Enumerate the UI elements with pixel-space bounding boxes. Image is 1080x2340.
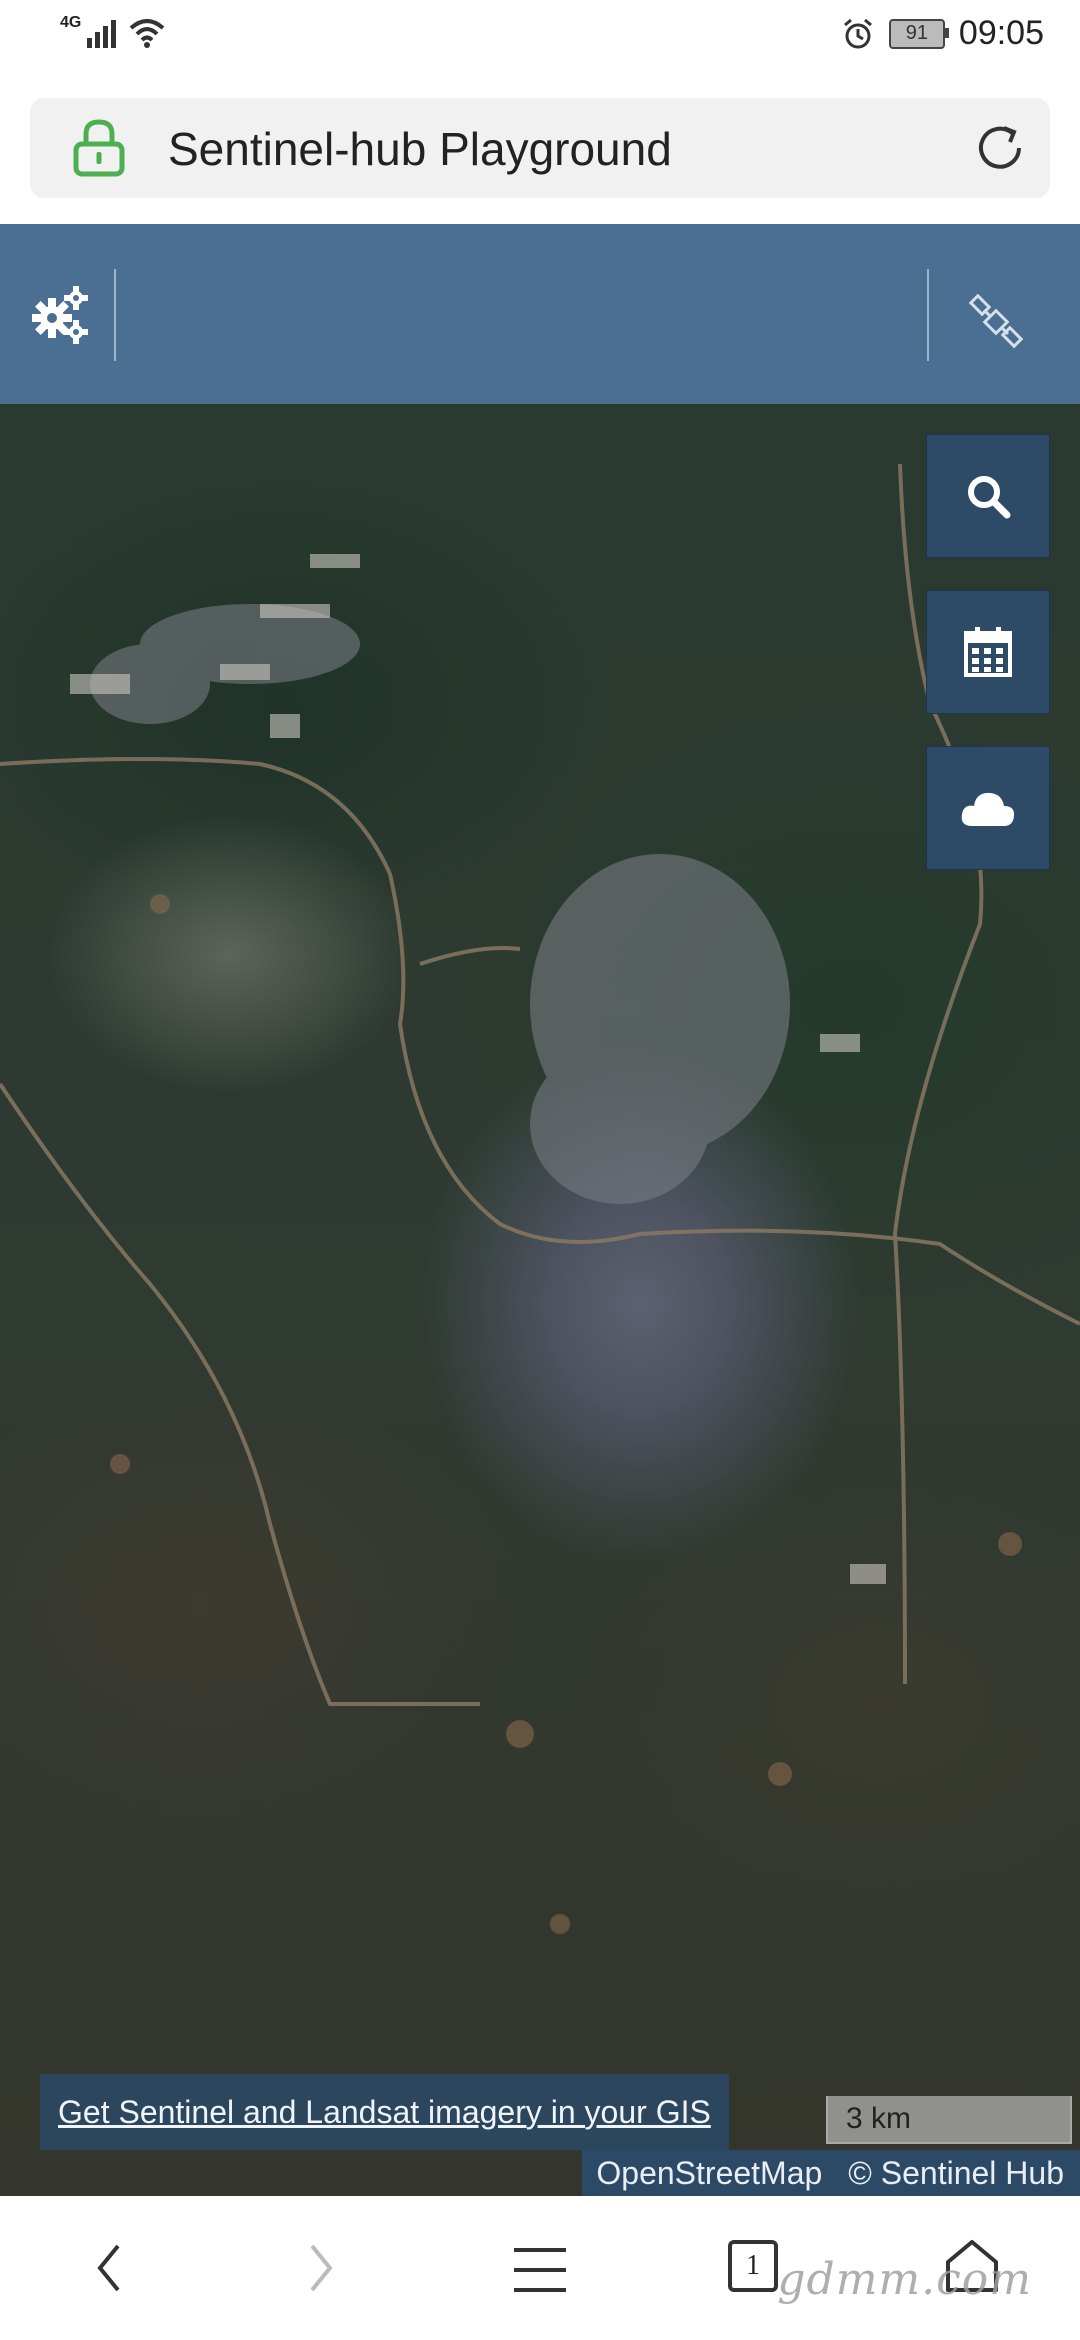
satellite-map[interactable] — [0, 404, 1080, 2196]
map-attribution: OpenStreetMap © Sentinel Hub — [582, 2150, 1080, 2196]
tabs-count: 1 — [746, 2250, 760, 2281]
page-title: Sentinel-hub Playground — [168, 123, 672, 175]
attribution-osm-link[interactable]: OpenStreetMap — [596, 2155, 822, 2192]
header-divider-right — [927, 269, 929, 361]
satellite-icon[interactable] — [968, 294, 1024, 350]
url-bar[interactable]: Sentinel-hub Playground — [30, 98, 1050, 198]
promo-banner: Get Sentinel and Landsat imagery in your… — [40, 2074, 729, 2150]
cloud-icon — [961, 792, 1015, 826]
attribution-sentinel-link[interactable]: © Sentinel Hub — [848, 2155, 1064, 2192]
scale-label: 3 km — [846, 2102, 912, 2135]
back-icon[interactable] — [88, 2238, 128, 2298]
map-roads — [0, 463, 1080, 1934]
reload-icon[interactable] — [970, 118, 1030, 178]
search-button[interactable] — [926, 434, 1050, 558]
clock: 09:05 — [958, 14, 1044, 52]
battery-level: 91 — [905, 22, 929, 44]
menu-icon[interactable] — [514, 2246, 566, 2294]
forward-icon[interactable] — [302, 2238, 342, 2298]
gears-icon[interactable] — [30, 284, 92, 346]
status-right: 91 09:05 — [841, 14, 1044, 53]
promo-link[interactable]: Get Sentinel and Landsat imagery in your… — [58, 2094, 711, 2131]
cloud-button[interactable] — [926, 746, 1050, 870]
network-type: 4G — [60, 14, 82, 31]
app-header — [0, 224, 1080, 404]
status-bar: 4G 91 09:05 — [0, 0, 1080, 75]
battery-icon: 91 — [888, 18, 949, 49]
alarm-icon — [843, 18, 872, 48]
signal-icon — [87, 20, 117, 48]
map-scale: 3 km — [826, 2096, 1072, 2144]
status-left: 4G — [60, 14, 167, 48]
lock-icon — [73, 119, 125, 177]
header-divider-left — [114, 269, 116, 361]
wifi-icon — [130, 19, 165, 48]
tabs-button[interactable]: 1 — [728, 2240, 778, 2292]
search-icon — [968, 476, 1011, 519]
calendar-button[interactable] — [926, 590, 1050, 714]
calendar-icon — [964, 627, 1012, 677]
watermark: gdmm.com — [777, 2254, 1032, 2305]
